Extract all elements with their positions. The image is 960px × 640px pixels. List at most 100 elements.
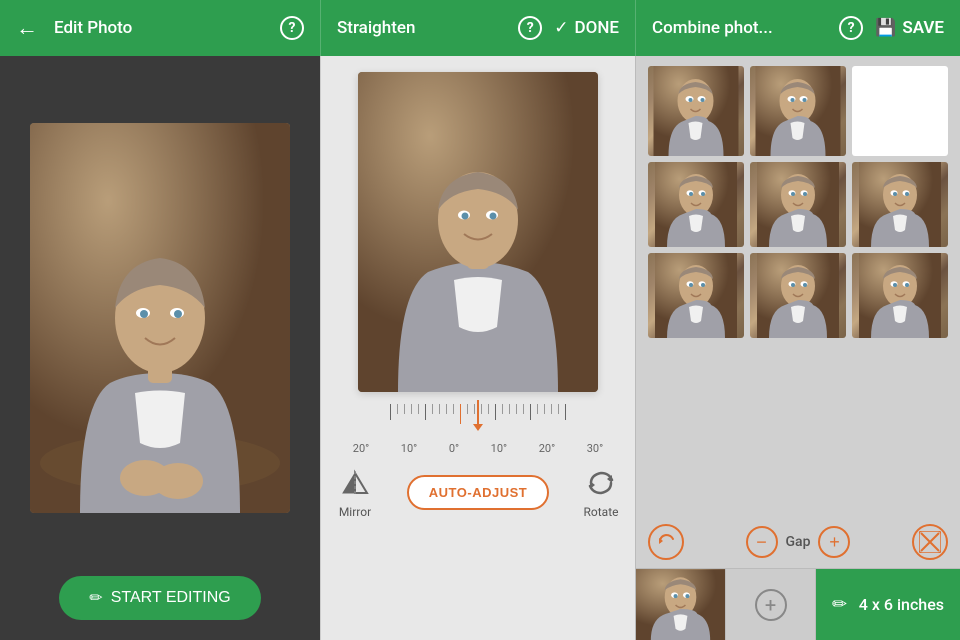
tick xyxy=(544,404,545,414)
bottom-controls: Mirror AUTO-ADJUST Rotate xyxy=(337,455,619,527)
tick xyxy=(495,404,496,420)
done-check: ✓ xyxy=(554,18,568,38)
angle-label-10l: 10° xyxy=(401,442,417,455)
add-icon-1: + xyxy=(755,589,787,621)
gap-control-group: − Gap + xyxy=(746,526,851,558)
tick xyxy=(509,404,510,414)
gap-label: Gap xyxy=(786,534,811,550)
tick xyxy=(551,404,552,414)
middle-help-icon[interactable]: ? xyxy=(518,16,542,40)
ruler-ticks xyxy=(337,400,619,440)
tick xyxy=(467,404,468,414)
tick xyxy=(474,404,475,414)
tick xyxy=(390,404,391,420)
done-button[interactable]: ✓ DONE xyxy=(554,18,619,38)
back-button[interactable]: ← xyxy=(16,15,38,41)
left-top-bar: ← Edit Photo ? xyxy=(0,0,320,56)
angle-control: 20° 10° 0° 10° 20° 30° xyxy=(337,400,619,455)
grid-photo xyxy=(648,253,744,338)
mirror-icon xyxy=(337,465,373,501)
add-photo-button-1[interactable]: + xyxy=(726,569,816,640)
left-photo xyxy=(30,123,290,513)
right-top-bar: Combine phot... ? 💾 SAVE xyxy=(635,0,960,56)
grid-row-1 xyxy=(648,66,948,156)
grid-photo-white xyxy=(852,66,948,156)
tick xyxy=(411,404,412,414)
rotate-label: Rotate xyxy=(584,505,619,519)
gap-increase-button[interactable]: + xyxy=(818,526,850,558)
ruler-labels: 20° 10° 0° 10° 20° 30° xyxy=(337,442,619,455)
grid-photo xyxy=(648,66,744,156)
tick xyxy=(537,404,538,414)
edit-size-icon[interactable]: ✏ xyxy=(832,594,847,615)
tick xyxy=(425,404,426,420)
tick xyxy=(516,404,517,414)
left-bar-title: Edit Photo xyxy=(54,18,132,38)
grid-photo xyxy=(852,162,948,247)
mirror-label: Mirror xyxy=(339,505,371,519)
tick xyxy=(558,404,559,414)
tick xyxy=(404,404,405,414)
tick xyxy=(488,404,489,414)
gap-decrease-button[interactable]: − xyxy=(746,526,778,558)
main-content: ✏ START EDITING xyxy=(0,56,960,640)
grid-photo xyxy=(750,66,846,156)
grid-row-2 xyxy=(648,162,948,247)
angle-label-20l: 20° xyxy=(353,442,369,455)
tick xyxy=(523,404,524,414)
tick xyxy=(446,404,447,414)
angle-label-20r: 20° xyxy=(539,442,555,455)
right-panel: − Gap + xyxy=(635,56,960,640)
middle-bar-title: Straighten xyxy=(337,18,415,38)
tick xyxy=(432,404,433,414)
done-label: DONE xyxy=(575,18,619,38)
middle-photo xyxy=(358,72,598,392)
gap-controls: − Gap + xyxy=(636,516,960,568)
left-panel: ✏ START EDITING xyxy=(0,56,320,640)
top-bars: ← Edit Photo ? Straighten ? ✓ DONE Combi… xyxy=(0,0,960,56)
tick xyxy=(439,404,440,414)
auto-adjust-button[interactable]: AUTO-ADJUST xyxy=(407,475,549,510)
angle-label-30r: 30° xyxy=(587,442,603,455)
strip-photo-thumb[interactable] xyxy=(636,569,726,640)
size-label: 4 x 6 inches xyxy=(859,595,944,614)
tick xyxy=(453,404,454,414)
no-image-button[interactable] xyxy=(912,524,948,560)
start-editing-label: START EDITING xyxy=(111,589,231,607)
save-button[interactable]: 💾 SAVE xyxy=(875,18,944,38)
angle-label-0: 0° xyxy=(449,442,459,455)
photo-grid xyxy=(636,56,960,516)
left-help-icon[interactable]: ? xyxy=(280,16,304,40)
undo-button[interactable] xyxy=(648,524,684,560)
tick-center xyxy=(460,404,461,424)
edit-pencil-icon: ✏ xyxy=(89,588,102,608)
middle-top-bar: Straighten ? ✓ DONE xyxy=(320,0,635,56)
bottom-right-info: ✏ 4 x 6 inches xyxy=(816,569,960,640)
middle-panel: 20° 10° 0° 10° 20° 30° Mirror xyxy=(320,56,635,640)
tick xyxy=(530,404,531,420)
tick xyxy=(502,404,503,414)
grid-photo xyxy=(852,253,948,338)
save-icon: 💾 xyxy=(875,18,896,38)
middle-photo-person xyxy=(358,72,598,392)
bottom-strip: + ✏ 4 x 6 inches xyxy=(636,568,960,640)
right-help-icon[interactable]: ? xyxy=(839,16,863,40)
left-photo-container xyxy=(20,76,300,560)
grid-photo xyxy=(750,253,846,338)
rotate-control[interactable]: Rotate xyxy=(583,465,619,519)
grid-row-3 xyxy=(648,253,948,338)
grid-photo xyxy=(750,162,846,247)
tick xyxy=(418,404,419,414)
right-bar-title: Combine phot... xyxy=(652,18,773,38)
mirror-control[interactable]: Mirror xyxy=(337,465,373,519)
start-editing-button[interactable]: ✏ START EDITING xyxy=(59,576,260,620)
left-photo-person xyxy=(30,123,290,513)
grid-photo xyxy=(648,162,744,247)
tick xyxy=(481,404,482,414)
rotate-icon xyxy=(583,465,619,501)
save-label: SAVE xyxy=(902,18,944,38)
tick xyxy=(565,404,566,420)
middle-photo-inner xyxy=(358,72,598,392)
angle-label-10r: 10° xyxy=(491,442,507,455)
tick xyxy=(397,404,398,414)
